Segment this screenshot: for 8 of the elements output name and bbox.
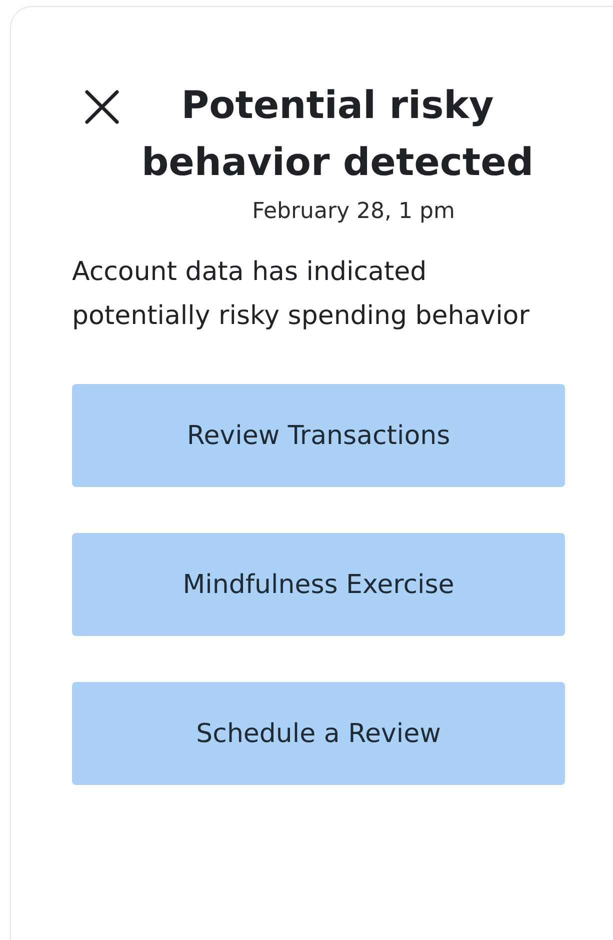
alert-date: February 28, 1 pm <box>251 199 456 224</box>
close-button[interactable] <box>84 89 120 125</box>
alert-message: Account data has indicated potentially risky spending behavior <box>72 256 530 333</box>
action-button[interactable]: Review Transactions <box>72 384 565 487</box>
close-icon <box>84 89 120 125</box>
action-button[interactable]: Mindfulness Exercise <box>72 533 565 636</box>
action-button[interactable]: Schedule a Review <box>72 682 565 785</box>
dialog-title: Potential risky behavior detected <box>140 82 535 186</box>
